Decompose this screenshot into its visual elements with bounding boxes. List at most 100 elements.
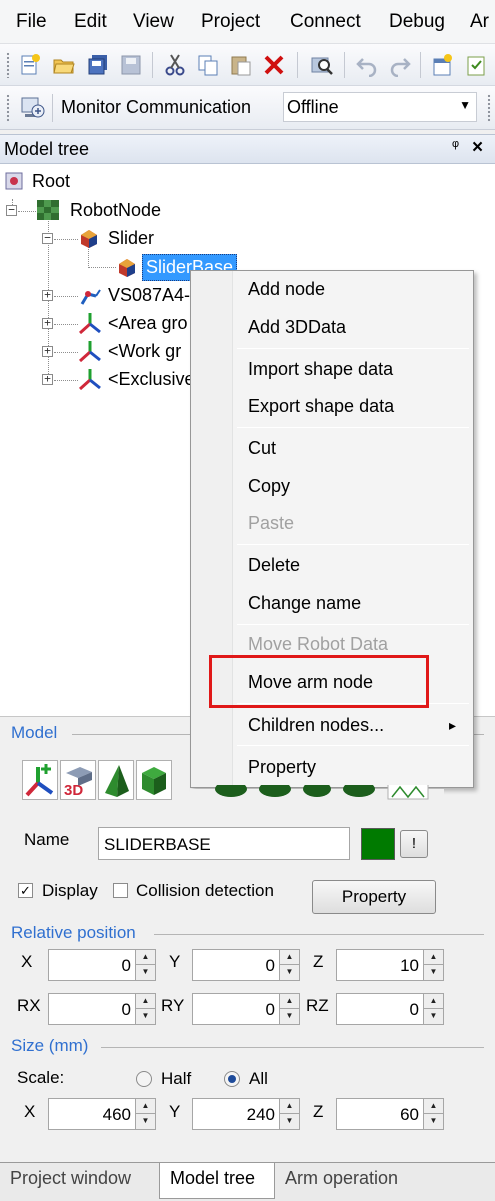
menu-project[interactable]: Project [201,11,260,33]
size-y-stepper[interactable]: 240 ▲ ▼ [192,1098,300,1130]
position-x-stepper[interactable]: 0 ▲ ▼ [48,949,156,981]
find-icon[interactable] [310,53,334,77]
menu-item-children-nodes[interactable]: Children nodes... [248,715,384,736]
increment-icon[interactable]: ▲ [280,950,299,965]
menu-bar: File Edit View Project Connect Debug Ar [0,0,495,44]
copy-icon[interactable] [196,53,220,77]
save-all-icon[interactable] [86,53,110,77]
decrement-icon[interactable]: ▼ [136,1009,155,1024]
tab-model-tree[interactable]: Model tree [159,1163,275,1199]
decrement-icon[interactable]: ▼ [424,1009,443,1024]
undo-icon[interactable] [355,53,379,77]
expand-toggle[interactable]: + [42,289,53,301]
decrement-icon[interactable]: ▼ [424,1114,443,1129]
communication-status-dropdown[interactable]: Offline ▼ [283,92,477,122]
cube-icon [142,767,166,795]
increment-icon[interactable]: ▲ [136,950,155,965]
add-3ddata-button[interactable]: 3D [60,760,96,800]
menu-item-import-shape-data[interactable]: Import shape data [248,359,393,380]
decrement-icon[interactable]: ▼ [280,1009,299,1024]
size-z-stepper[interactable]: 60 ▲ ▼ [336,1098,444,1130]
collision-detection-checkbox[interactable] [113,883,128,898]
tree-node-area-group[interactable]: <Area gro [78,311,188,335]
menu-item-cut[interactable]: Cut [248,438,276,459]
tab-project-window[interactable]: Project window [4,1163,156,1197]
toolbar-grip[interactable] [487,94,491,122]
tree-node-label: VS087A4- [108,285,191,305]
color-swatch[interactable] [361,828,395,860]
display-checkbox[interactable]: ✓ [18,883,33,898]
menu-separator [237,544,469,545]
increment-icon[interactable]: ▲ [424,994,443,1009]
menu-edit[interactable]: Edit [74,11,107,33]
close-icon[interactable]: × [472,137,483,159]
monitor-communication-icon[interactable] [20,94,46,120]
name-input-value: SLIDERBASE [104,835,211,854]
menu-debug[interactable]: Debug [389,11,445,33]
menu-item-export-shape-data[interactable]: Export shape data [248,396,394,417]
menu-item-add-node[interactable]: Add node [248,279,325,300]
cut-icon[interactable] [163,53,187,77]
tree-node-robot-arm[interactable]: VS087A4- [78,283,191,307]
decrement-icon[interactable]: ▼ [280,965,299,980]
increment-icon[interactable]: ▲ [424,1099,443,1114]
cube-shape-button[interactable] [136,760,172,800]
scale-half-radio[interactable] [136,1071,152,1087]
position-z-stepper[interactable]: 10 ▲ ▼ [336,949,444,981]
decrement-icon[interactable]: ▼ [136,1114,155,1129]
tree-node-robotnode[interactable]: RobotNode [36,198,176,222]
new-file-icon[interactable] [18,53,42,77]
tab-arm-operation[interactable]: Arm operation [279,1163,429,1197]
save-icon[interactable] [119,53,143,77]
redo-icon[interactable] [388,53,412,77]
open-folder-icon[interactable] [52,53,76,77]
expand-toggle[interactable]: + [42,345,53,357]
menu-item-change-name[interactable]: Change name [248,593,361,614]
menu-item-copy[interactable]: Copy [248,476,290,497]
menu-view[interactable]: View [133,11,174,33]
paste-icon[interactable] [229,53,253,77]
toolbar-grip[interactable] [6,94,10,122]
color-picker-button[interactable]: ! [400,830,428,858]
toolbar-grip[interactable] [6,52,10,78]
ry-label: RY [161,996,185,1015]
name-input[interactable]: SLIDERBASE [98,827,350,860]
position-y-stepper[interactable]: 0 ▲ ▼ [192,949,300,981]
expand-toggle[interactable]: + [42,317,53,329]
menu-item-property[interactable]: Property [248,757,316,778]
property-button[interactable]: Property [312,880,436,914]
chevron-down-icon[interactable]: ▼ [459,98,471,112]
increment-icon[interactable]: ▲ [424,950,443,965]
add-item-icon[interactable] [464,53,488,77]
increment-icon[interactable]: ▲ [136,994,155,1009]
increment-icon[interactable]: ▲ [136,1099,155,1114]
pyramid-shape-button[interactable] [98,760,134,800]
pin-icon[interactable]: ᵠ [452,138,459,156]
tree-node-root[interactable]: Root [0,170,120,194]
collapse-toggle[interactable]: − [6,204,17,216]
increment-icon[interactable]: ▲ [280,994,299,1009]
scale-all-radio[interactable] [224,1071,240,1087]
decrement-icon[interactable]: ▼ [280,1114,299,1129]
menu-connect[interactable]: Connect [290,11,361,33]
tree-node-exclusive-group[interactable]: <Exclusive [78,367,195,391]
size-x-stepper[interactable]: 460 ▲ ▼ [48,1098,156,1130]
new-project-icon[interactable] [430,53,454,77]
menu-file[interactable]: File [16,11,47,33]
decrement-icon[interactable]: ▼ [424,965,443,980]
position-rz-stepper[interactable]: 0 ▲ ▼ [336,993,444,1025]
menu-item-add-3ddata[interactable]: Add 3DData [248,317,346,338]
tree-node-slider[interactable]: Slider [78,226,178,250]
expand-toggle[interactable]: + [42,373,53,385]
position-ry-stepper[interactable]: 0 ▲ ▼ [192,993,300,1025]
add-frame-button[interactable] [22,760,58,800]
menu-arm[interactable]: Ar [470,11,489,33]
position-rx-stepper[interactable]: 0 ▲ ▼ [48,993,156,1025]
menu-item-delete[interactable]: Delete [248,555,300,576]
increment-icon[interactable]: ▲ [280,1099,299,1114]
collapse-toggle[interactable]: − [42,232,53,244]
tree-node-work-group[interactable]: <Work gr [78,339,188,363]
delete-icon[interactable] [262,53,286,77]
decrement-icon[interactable]: ▼ [136,965,155,980]
shape-buttons-icon[interactable] [174,785,444,805]
